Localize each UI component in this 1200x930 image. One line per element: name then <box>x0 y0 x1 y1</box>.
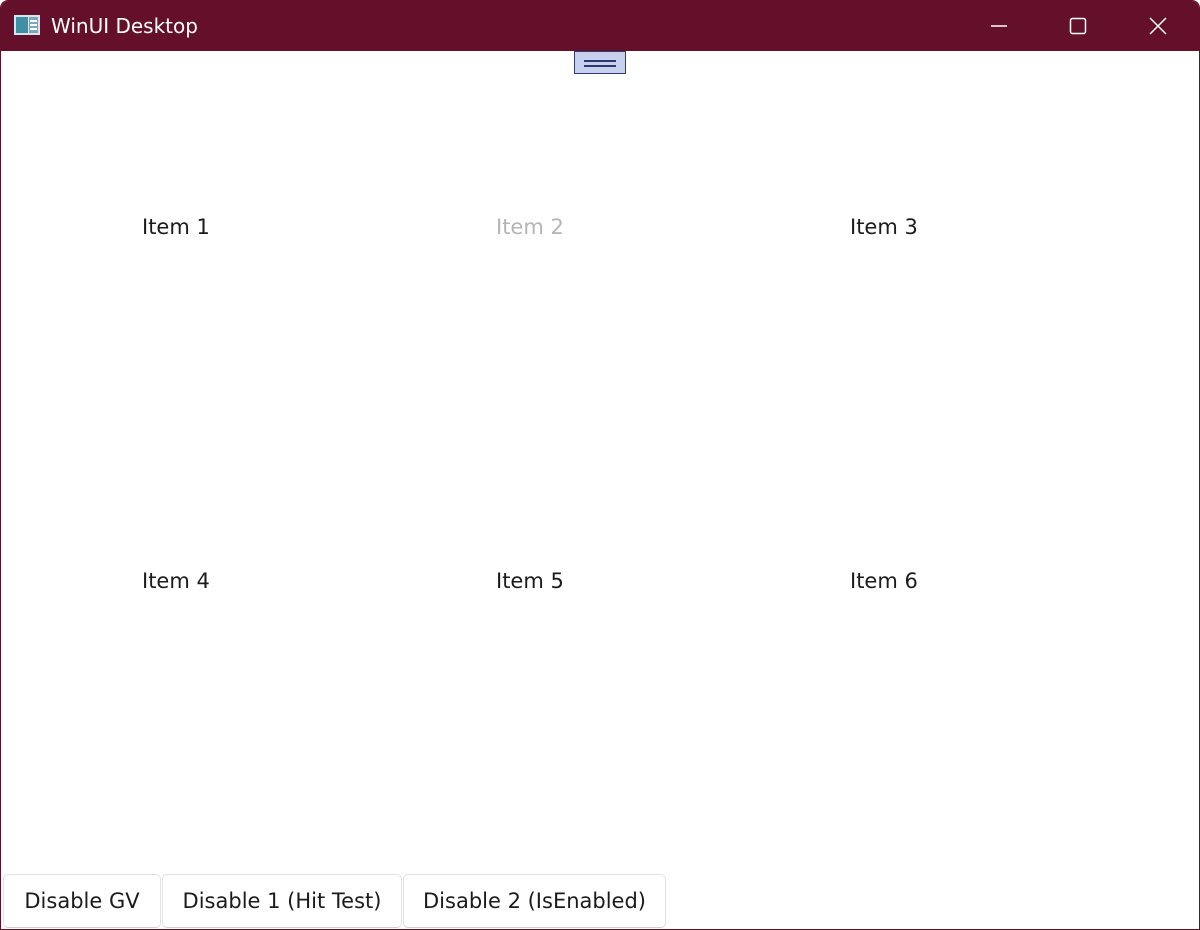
grid-item-label: Item 4 <box>142 569 210 593</box>
app-window-icon <box>14 15 40 35</box>
grid-item-2: Item 2 <box>355 214 709 568</box>
grid-item-5[interactable]: Item 5 <box>355 568 709 922</box>
close-button[interactable] <box>1118 1 1198 51</box>
window-title: WinUI Desktop <box>51 14 198 38</box>
grid-item-4[interactable]: Item 4 <box>1 568 355 922</box>
disable-gv-button[interactable]: Disable GV <box>3 874 161 928</box>
grid-item-3[interactable]: Item 3 <box>709 214 1063 568</box>
button-bar: Disable GV Disable 1 (Hit Test) Disable … <box>1 873 1199 929</box>
disable-1-hit-test-button[interactable]: Disable 1 (Hit Test) <box>162 874 402 928</box>
grid-item-label: Item 1 <box>142 215 210 239</box>
grid-item-label: Item 5 <box>496 569 564 593</box>
app-window: WinUI Desktop Item 1 Item 2 Item 3 Item … <box>0 0 1200 930</box>
minimize-button[interactable] <box>959 1 1039 51</box>
maximize-icon <box>1069 17 1087 35</box>
title-bar[interactable]: WinUI Desktop <box>1 1 1199 51</box>
grid-item-label: Item 6 <box>850 569 918 593</box>
minimize-icon <box>991 25 1007 27</box>
grid-item-6[interactable]: Item 6 <box>709 568 1063 922</box>
maximize-button[interactable] <box>1038 1 1118 51</box>
disable-2-isenabled-button[interactable]: Disable 2 (IsEnabled) <box>403 874 666 928</box>
grid-item-label: Item 3 <box>850 215 918 239</box>
grid-item-label: Item 2 <box>496 215 564 239</box>
close-icon <box>1149 17 1167 35</box>
grid-item-1[interactable]: Item 1 <box>1 214 355 568</box>
drag-handle-icon[interactable] <box>574 51 626 74</box>
